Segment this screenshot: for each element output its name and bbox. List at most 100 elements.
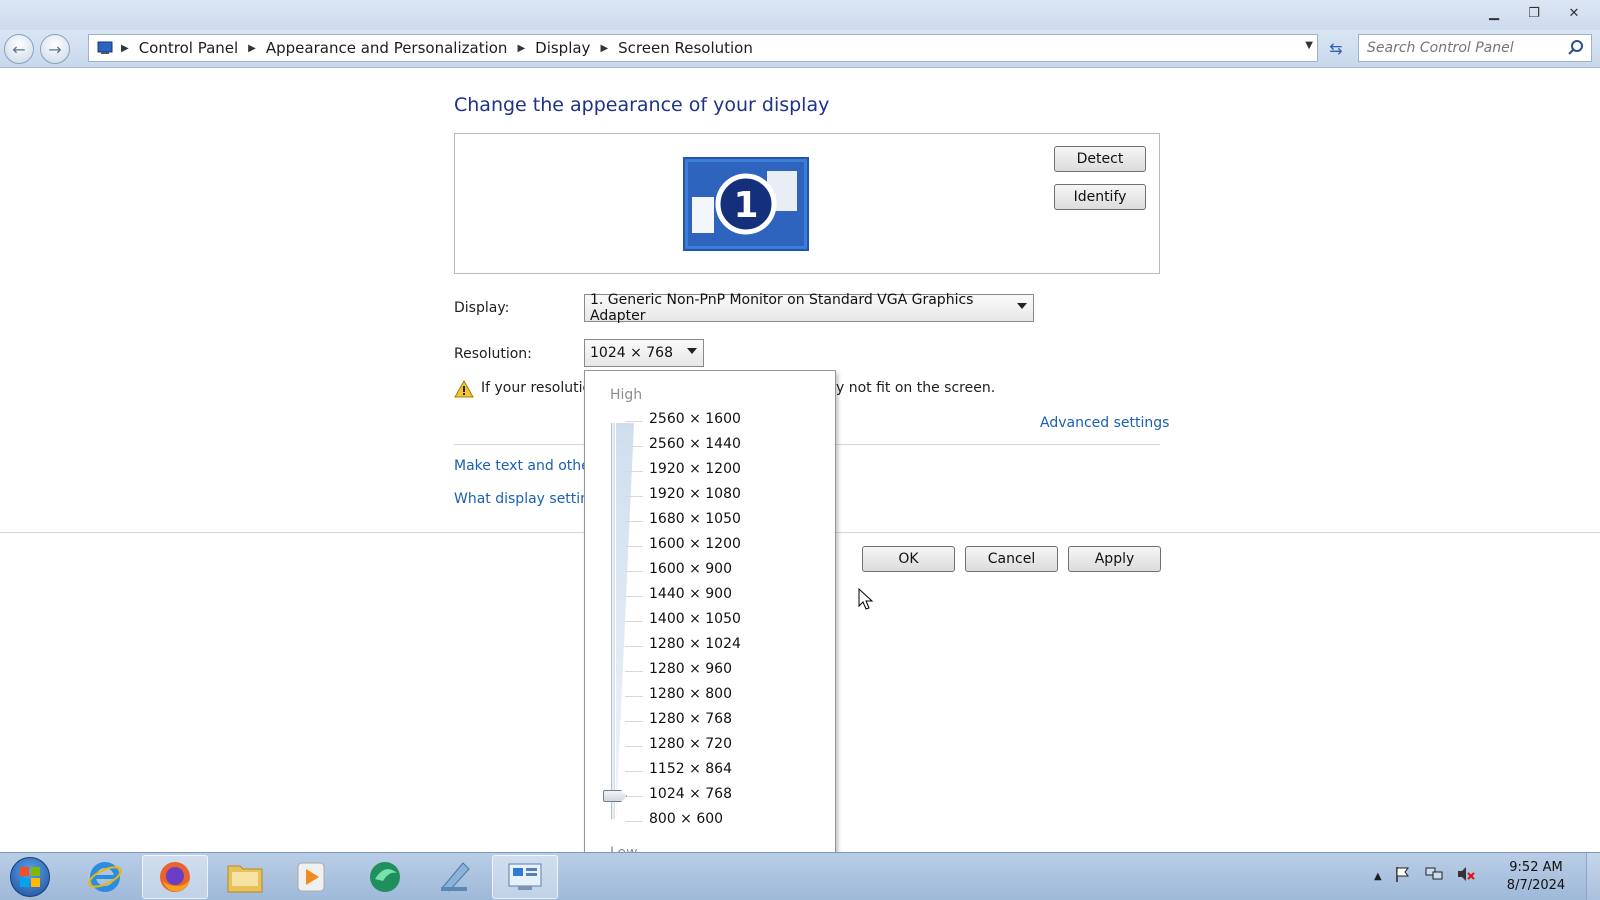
- ok-button[interactable]: OK: [862, 546, 955, 572]
- resolution-option[interactable]: 1400 × 1050: [649, 611, 741, 627]
- show-hidden-icons-icon[interactable]: ▲: [1374, 871, 1382, 882]
- slider-tick: [625, 671, 643, 672]
- resolution-option[interactable]: 1600 × 900: [649, 561, 732, 577]
- taskbar: ▲ 9:52 AM 8/7/2024: [0, 852, 1600, 900]
- resolution-option[interactable]: 1280 × 1024: [649, 636, 741, 652]
- slider-tick: [625, 771, 643, 772]
- slider-tick: [625, 596, 643, 597]
- resolution-option[interactable]: 1600 × 1200: [649, 536, 741, 552]
- chevron-down-icon: [687, 348, 697, 354]
- apply-button[interactable]: Apply: [1068, 546, 1161, 572]
- chevron-down-icon: [1017, 303, 1027, 309]
- cancel-button[interactable]: Cancel: [965, 546, 1058, 572]
- show-desktop-button[interactable]: [1586, 853, 1600, 900]
- display-label: Display:: [454, 300, 510, 316]
- folder-icon: [227, 865, 263, 893]
- resolution-option[interactable]: 1024 × 768: [649, 786, 732, 802]
- svg-text:1: 1: [733, 185, 758, 226]
- breadcrumb-screen-resolution[interactable]: Screen Resolution: [612, 39, 759, 57]
- arrow-left-icon: ←: [12, 39, 26, 59]
- display-select-value: 1. Generic Non-PnP Monitor on Standard V…: [590, 292, 974, 324]
- control-panel-icon: [95, 39, 117, 57]
- resolution-slider-track[interactable]: [611, 423, 615, 819]
- resolution-option[interactable]: 1280 × 960: [649, 661, 732, 677]
- blue-app-icon: [441, 862, 470, 892]
- search-input[interactable]: [1367, 40, 1557, 56]
- slider-tick: [625, 471, 643, 472]
- resolution-option[interactable]: 1280 × 800: [649, 686, 732, 702]
- taskbar-media-player[interactable]: [278, 855, 344, 899]
- chevron-down-icon[interactable]: ▼: [1305, 40, 1313, 51]
- breadcrumb-display[interactable]: Display: [529, 39, 596, 57]
- resolution-option[interactable]: 2560 × 1600: [649, 411, 741, 427]
- resolution-option[interactable]: 1680 × 1050: [649, 511, 741, 527]
- taskbar-firefox[interactable]: [142, 855, 208, 899]
- address-bar[interactable]: ▶ Control Panel ▶ Appearance and Persona…: [88, 34, 1318, 62]
- resolution-select-value: 1024 × 768: [590, 345, 673, 361]
- refresh-button[interactable]: ⇆: [1322, 34, 1350, 62]
- display-select[interactable]: 1. Generic Non-PnP Monitor on Standard V…: [584, 292, 1034, 324]
- volume-muted-icon[interactable]: [1456, 865, 1476, 887]
- chevron-right-icon: ▶: [517, 42, 526, 54]
- search-icon[interactable]: [1567, 39, 1585, 57]
- taskbar-file-explorer[interactable]: [212, 855, 278, 899]
- resolution-slider-thumb[interactable]: [603, 790, 627, 802]
- resolution-dropdown: High 2560 × 1600 2560 × 1440 1920 × 1200 19…: [584, 370, 836, 877]
- media-player-icon: [297, 862, 325, 892]
- chevron-right-icon: ▶: [600, 42, 609, 54]
- slider-tick: [625, 446, 643, 447]
- resolution-option[interactable]: 1280 × 768: [649, 711, 732, 727]
- back-button[interactable]: ←: [4, 34, 34, 64]
- chevron-right-icon: ▶: [248, 42, 256, 54]
- start-button[interactable]: [10, 857, 50, 897]
- resolution-option[interactable]: 800 × 600: [649, 811, 723, 827]
- control-panel-icon: [508, 863, 542, 890]
- taskbar-control-panel[interactable]: [492, 855, 558, 899]
- resolution-option[interactable]: 2560 × 1440: [649, 436, 741, 452]
- slider-tick: [625, 746, 643, 747]
- arrow-right-icon: →: [48, 39, 62, 59]
- detect-button[interactable]: Detect: [1054, 146, 1146, 172]
- resolution-label: Resolution:: [454, 346, 532, 362]
- slider-tick: [625, 796, 643, 797]
- title-bar: ▁ ❐ ✕: [0, 0, 1600, 30]
- advanced-settings-link[interactable]: Advanced settings: [1040, 415, 1169, 431]
- taskbar-blue-app[interactable]: [422, 855, 488, 899]
- monitor-1-icon[interactable]: 1: [683, 157, 809, 251]
- internet-explorer-icon: [88, 862, 122, 892]
- slider-tick: [625, 421, 643, 422]
- warning-text-start: If your resolutio: [481, 380, 592, 396]
- window-controls: ▁ ❐ ✕: [1474, 2, 1594, 24]
- resolution-option[interactable]: 1280 × 720: [649, 736, 732, 752]
- flag-icon[interactable]: [1394, 865, 1412, 887]
- text-size-link[interactable]: Make text and other: [454, 458, 596, 474]
- resolution-select[interactable]: 1024 × 768: [584, 339, 704, 367]
- slider-tick: [625, 496, 643, 497]
- slider-tick: [625, 821, 643, 822]
- clock[interactable]: 9:52 AM 8/7/2024: [1504, 859, 1568, 895]
- minimize-button[interactable]: ▁: [1474, 2, 1514, 24]
- navigation-bar: ← → ▶ Control Panel ▶ Appearance and Per…: [0, 30, 1600, 68]
- warning-text-end: y not fit on the screen.: [836, 380, 996, 396]
- chevron-right-icon: ▶: [121, 42, 129, 54]
- close-button[interactable]: ✕: [1554, 2, 1594, 24]
- maximize-button[interactable]: ❐: [1514, 2, 1554, 24]
- firefox-icon: [160, 862, 190, 892]
- breadcrumb-control-panel[interactable]: Control Panel: [133, 39, 244, 57]
- slider-tick: [625, 721, 643, 722]
- network-icon[interactable]: [1424, 865, 1444, 887]
- taskbar-green-app[interactable]: [352, 855, 418, 899]
- resolution-option[interactable]: 1920 × 1080: [649, 486, 741, 502]
- resolution-option[interactable]: 1152 × 864: [649, 761, 732, 777]
- green-app-icon: [370, 862, 400, 892]
- forward-button[interactable]: →: [40, 34, 70, 64]
- breadcrumb-appearance[interactable]: Appearance and Personalization: [260, 39, 514, 57]
- identify-button[interactable]: Identify: [1054, 184, 1146, 210]
- display-settings-link[interactable]: What display setting: [454, 491, 598, 507]
- taskbar-internet-explorer[interactable]: [72, 855, 138, 899]
- resolution-option[interactable]: 1440 × 900: [649, 586, 732, 602]
- search-box[interactable]: [1358, 34, 1592, 62]
- monitor-panel: 1 Detect Identify: [454, 133, 1160, 274]
- slider-tick: [625, 571, 643, 572]
- resolution-option[interactable]: 1920 × 1200: [649, 461, 741, 477]
